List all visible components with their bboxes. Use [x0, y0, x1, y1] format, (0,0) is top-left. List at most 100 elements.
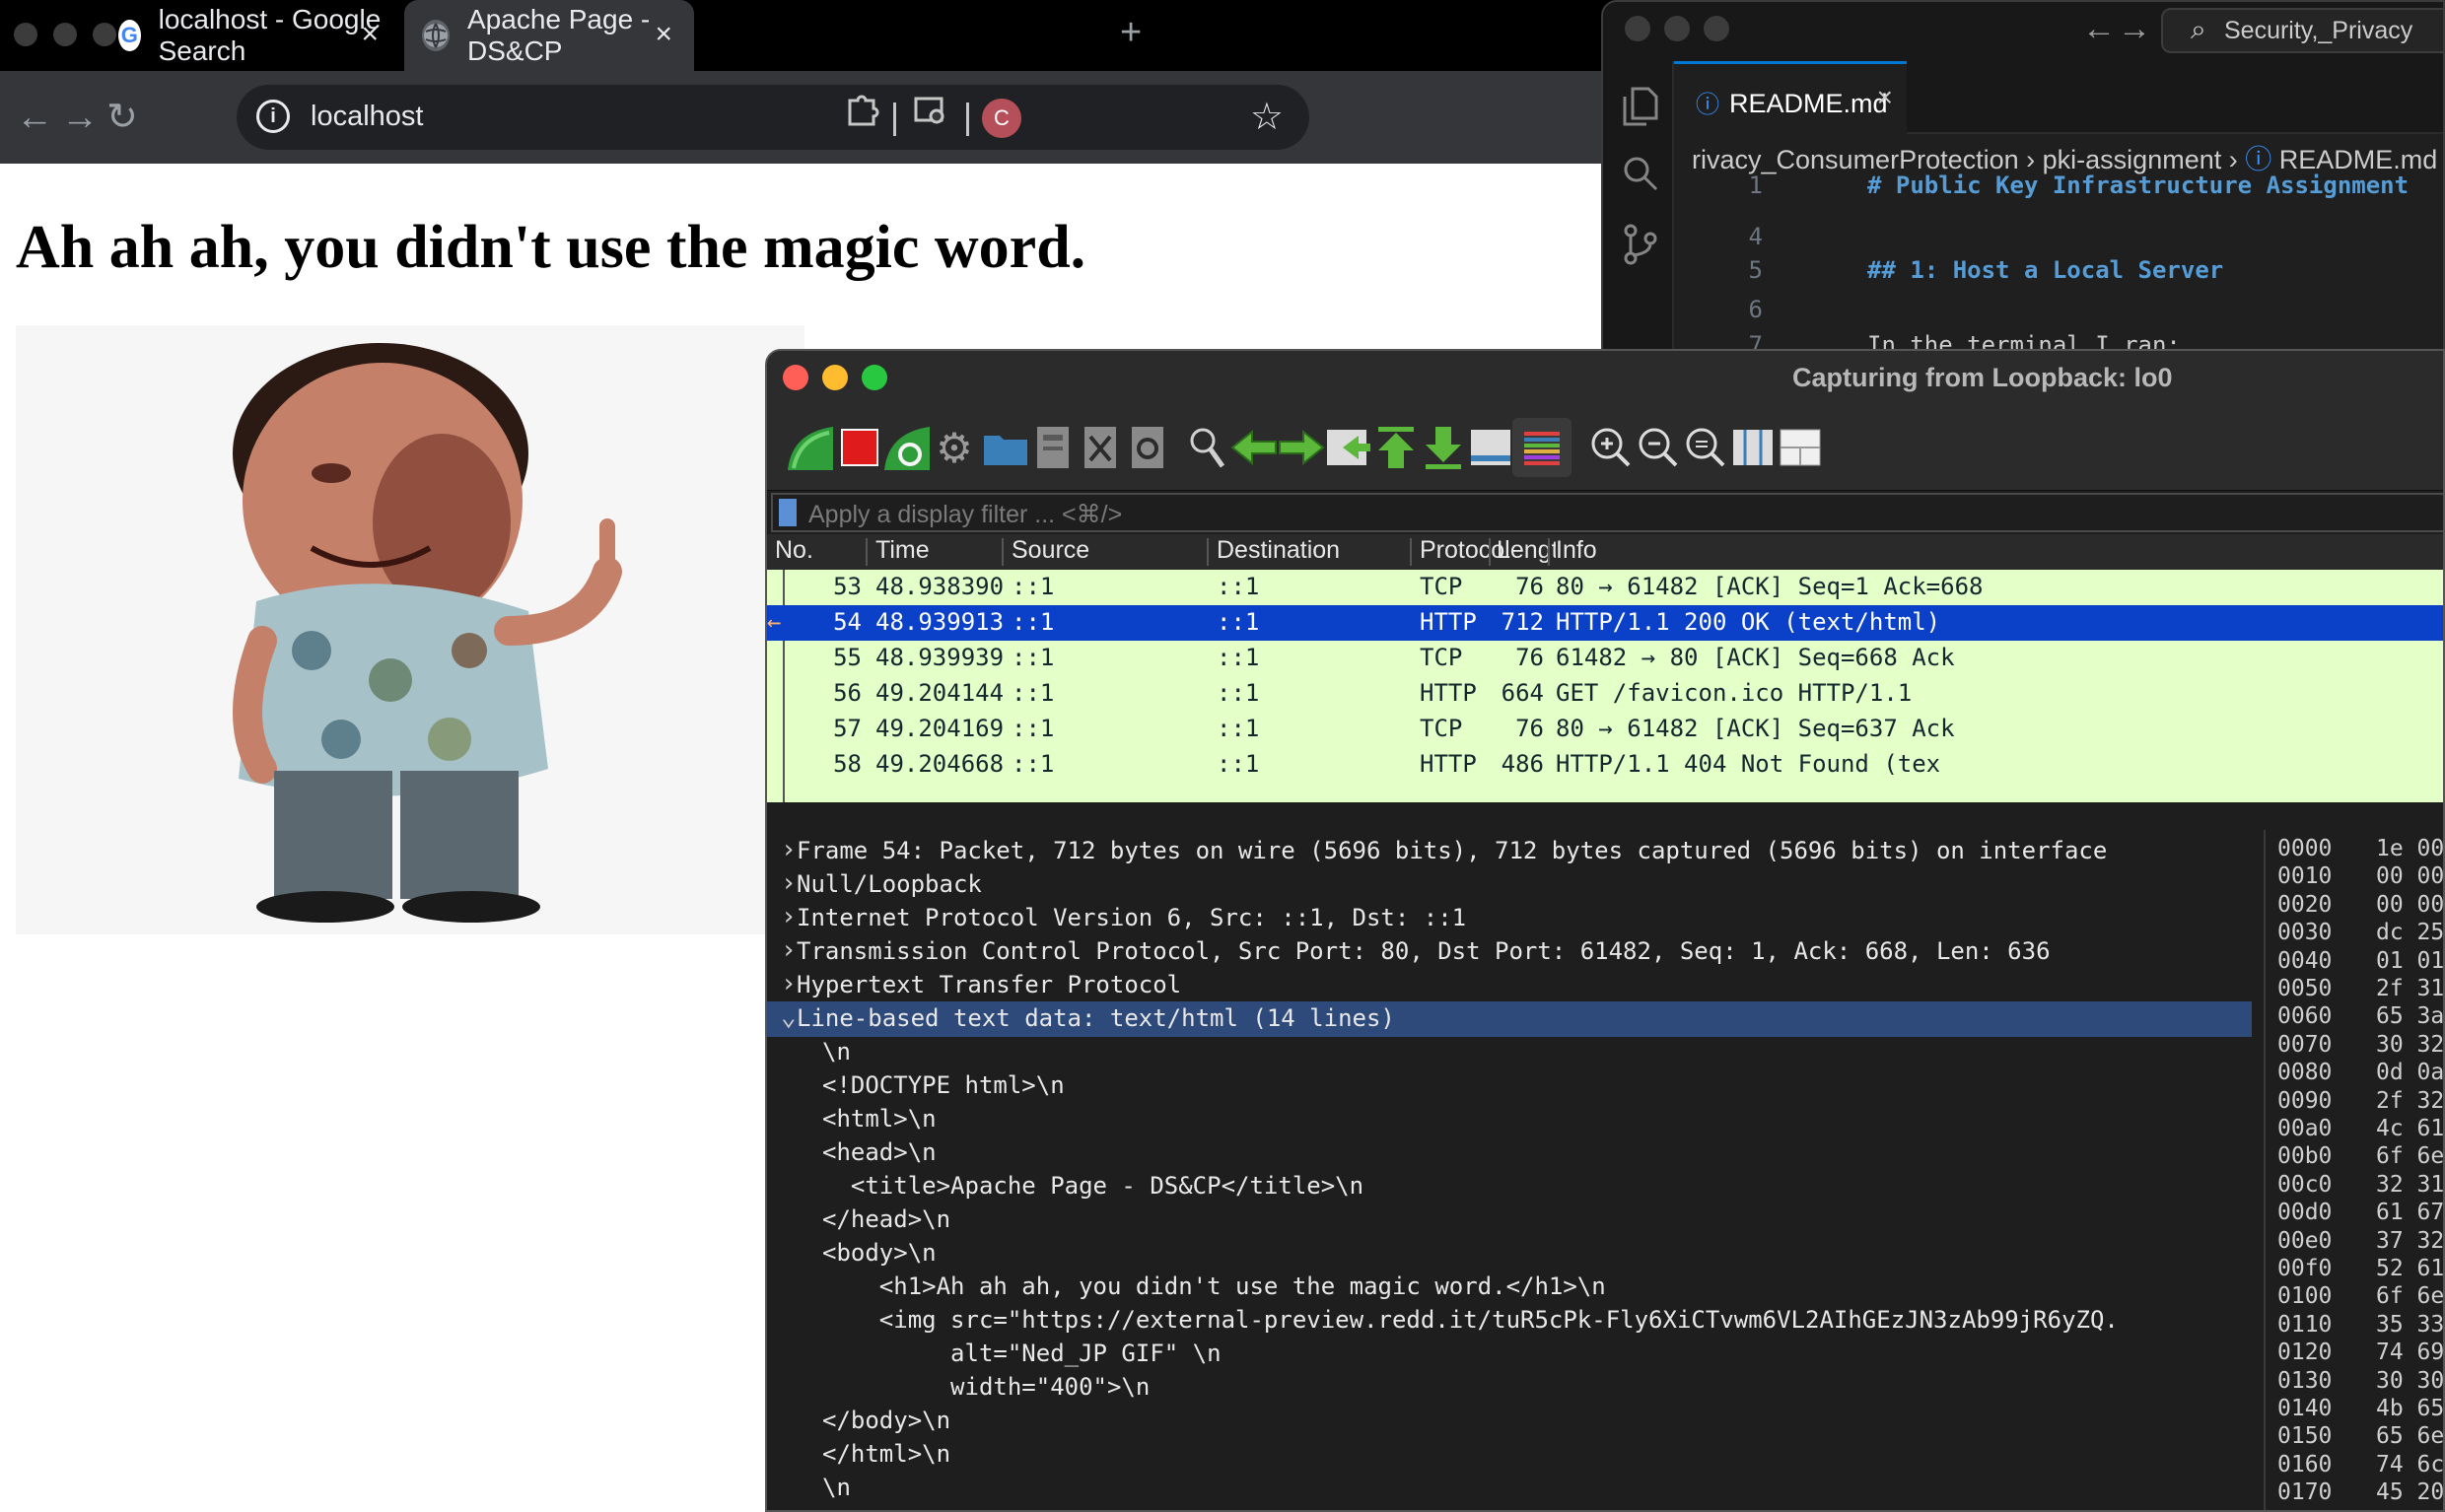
- detail-text-line[interactable]: <img src="https://external-preview.redd.…: [767, 1303, 2252, 1339]
- capture-options-icon[interactable]: ⚙: [925, 418, 984, 477]
- packet-row[interactable]: 58 49.204668 ::1 ::1 HTTP 486 HTTP/1.1 4…: [767, 747, 2443, 783]
- window-minimize-button[interactable]: [1664, 16, 1690, 41]
- close-tab-icon[interactable]: ×: [361, 18, 379, 51]
- detail-text-line[interactable]: </head>\n: [767, 1203, 2252, 1238]
- browser-tab-apache-page[interactable]: Apache Page - DS&CP ×: [404, 0, 694, 71]
- chevron-right-icon[interactable]: ›: [781, 902, 797, 931]
- hex-dump-row[interactable]: 0050 2f 31: [2277, 976, 2443, 1005]
- hex-dump-row[interactable]: 0030 dc 25: [2277, 920, 2443, 949]
- pane-splitter[interactable]: [767, 820, 2443, 830]
- window-minimize-button[interactable]: [822, 365, 848, 390]
- go-back-icon[interactable]: ←: [2082, 10, 2116, 48]
- hex-dump-row[interactable]: 00a0 4c 61: [2277, 1116, 2443, 1145]
- packet-row-selected[interactable]: ← 54 48.939913 ::1 ::1 HTTP 712 HTTP/1.1…: [767, 605, 2443, 641]
- hex-dump-row[interactable]: 0110 35 33: [2277, 1312, 2443, 1341]
- tab-search-icon[interactable]: [913, 93, 948, 137]
- command-center-search[interactable]: ⌕ Security,_Privacy: [2161, 8, 2443, 53]
- detail-tree-item[interactable]: › Frame 54: Packet, 712 bytes on wire (56…: [767, 834, 2252, 869]
- hex-dump-row[interactable]: 0150 65 6e: [2277, 1423, 2443, 1453]
- go-forward-icon[interactable]: →: [2118, 10, 2151, 48]
- tab-readme[interactable]: ⓘ README.md ×: [1674, 61, 1907, 134]
- close-tab-icon[interactable]: ×: [655, 18, 672, 51]
- hex-dump-row[interactable]: 0060 65 3a: [2277, 1003, 2443, 1033]
- chevron-right-icon[interactable]: ›: [781, 835, 797, 864]
- detail-text-line[interactable]: <title>Apache Page - DS&CP</title>\n: [767, 1169, 2252, 1204]
- new-tab-button[interactable]: +: [1120, 12, 1142, 54]
- column-header-length[interactable]: Length: [1497, 536, 1556, 565]
- source-control-icon[interactable]: [1621, 223, 1660, 276]
- chevron-down-icon[interactable]: ⌄: [781, 1002, 797, 1032]
- detail-text-line[interactable]: <h1>Ah ah ah, you didn't use the magic w…: [767, 1270, 2252, 1305]
- reload-icon[interactable]: ↻: [106, 95, 138, 140]
- auto-scroll-icon[interactable]: [1461, 418, 1520, 477]
- hex-dump-row[interactable]: 0040 01 01: [2277, 948, 2443, 978]
- window-close-button[interactable]: [14, 23, 37, 46]
- detail-tree-item[interactable]: › Transmission Control Protocol, Src Port…: [767, 934, 2252, 970]
- hex-dump-row[interactable]: 0020 00 00: [2277, 892, 2443, 922]
- detail-text-line[interactable]: <body>\n: [767, 1236, 2252, 1271]
- detail-tree-item[interactable]: › Null/Loopback: [767, 867, 2252, 903]
- back-icon[interactable]: ←: [16, 95, 53, 140]
- window-close-button[interactable]: [783, 365, 808, 390]
- extensions-icon[interactable]: [846, 93, 879, 137]
- hex-dump-row[interactable]: 0080 0d 0a: [2277, 1060, 2443, 1089]
- hex-dump-row[interactable]: 0090 2f 32: [2277, 1088, 2443, 1118]
- address-bar-url[interactable]: localhost: [311, 101, 423, 133]
- window-zoom-button[interactable]: [862, 365, 887, 390]
- detail-text-line[interactable]: alt="Ned_JP GIF" \n: [767, 1337, 2252, 1372]
- breadcrumb-folder[interactable]: rivacy_ConsumerProtection: [1692, 145, 2019, 174]
- forward-icon[interactable]: →: [61, 95, 99, 140]
- detail-text-line[interactable]: <!DOCTYPE html>\n: [767, 1068, 2252, 1104]
- bookmark-star-icon[interactable]: ☆: [1250, 95, 1284, 139]
- reload-file-icon[interactable]: [1118, 418, 1177, 477]
- chevron-right-icon[interactable]: ›: [781, 868, 797, 898]
- colorize-icon[interactable]: [1512, 418, 1572, 477]
- search-view-icon[interactable]: [1621, 154, 1660, 203]
- window-minimize-button[interactable]: [53, 23, 77, 46]
- detail-text-line[interactable]: width="400">\n: [767, 1370, 2252, 1406]
- hex-dump-row[interactable]: 0000 1e 00: [2277, 836, 2443, 865]
- packet-row[interactable]: 56 49.204144 ::1 ::1 HTTP 664 GET /favic…: [767, 676, 2443, 712]
- detail-text-line[interactable]: <head>\n: [767, 1135, 2252, 1171]
- packet-row[interactable]: 53 48.938390 ::1 ::1 TCP 76 80 → 61482 […: [767, 570, 2443, 605]
- detail-tree-item[interactable]: › Internet Protocol Version 6, Src: ::1, …: [767, 901, 2252, 936]
- bookmark-icon[interactable]: [779, 499, 797, 526]
- editor-line[interactable]: 5 ## 1: Host a Local Server: [1674, 256, 2443, 296]
- detail-text-line[interactable]: <html>\n: [767, 1102, 2252, 1137]
- window-zoom-button[interactable]: [1704, 16, 1729, 41]
- site-info-icon[interactable]: i: [256, 100, 290, 133]
- hex-dump-row[interactable]: 0140 4b 65: [2277, 1396, 2443, 1425]
- layout-panes-icon[interactable]: [1771, 418, 1830, 477]
- explorer-icon[interactable]: [1621, 85, 1660, 136]
- hex-dump-row[interactable]: 00f0 52 61: [2277, 1256, 2443, 1285]
- hex-dump-row[interactable]: 0130 30 30: [2277, 1368, 2443, 1398]
- column-header-no[interactable]: No.: [775, 536, 813, 565]
- hex-dump-row[interactable]: 0010 00 00: [2277, 863, 2443, 893]
- profile-avatar[interactable]: C: [982, 99, 1021, 138]
- display-filter-input[interactable]: Apply a display filter ... <⌘/>: [771, 493, 2443, 532]
- detail-text-line[interactable]: </body>\n: [767, 1404, 2252, 1439]
- detail-tree-item[interactable]: › Hypertext Transfer Protocol: [767, 968, 2252, 1003]
- column-header-time[interactable]: Time: [875, 536, 930, 565]
- hex-dump-row[interactable]: 00d0 61 67: [2277, 1200, 2443, 1229]
- detail-text-line[interactable]: </html>\n: [767, 1437, 2252, 1473]
- detail-tree-item[interactable]: ⌄ Line-based text data: text/html (14 lin…: [767, 1001, 2252, 1037]
- hex-dump-row[interactable]: 0120 74 69: [2277, 1340, 2443, 1369]
- hex-dump-row[interactable]: 0160 74 6c: [2277, 1452, 2443, 1481]
- packet-row[interactable]: 57 49.204169 ::1 ::1 TCP 76 80 → 61482 […: [767, 712, 2443, 747]
- window-close-button[interactable]: [1625, 16, 1650, 41]
- packet-row[interactable]: 55 48.939939 ::1 ::1 TCP 76 61482 → 80 […: [767, 641, 2443, 676]
- editor-line[interactable]: 6: [1674, 296, 2443, 335]
- detail-text-line[interactable]: \n: [767, 1471, 2252, 1506]
- browser-tab-google-search[interactable]: G localhost - Google Search ×: [101, 0, 400, 71]
- column-header-destination[interactable]: Destination: [1217, 536, 1340, 565]
- hex-dump-row[interactable]: 00e0 37 32: [2277, 1228, 2443, 1258]
- address-bar[interactable]: i localhost ☆: [237, 85, 1309, 150]
- hex-dump-row[interactable]: 0100 6f 6e: [2277, 1283, 2443, 1313]
- packet-row-partial[interactable]: [767, 783, 2443, 802]
- chevron-right-icon[interactable]: ›: [781, 935, 797, 965]
- close-tab-icon[interactable]: ×: [1877, 82, 1893, 113]
- editor-line[interactable]: 1 # Public Key Infrastructure Assignment: [1674, 172, 2443, 211]
- breadcrumb-folder[interactable]: pki-assignment: [2043, 145, 2222, 174]
- detail-text-line[interactable]: \n: [767, 1035, 2252, 1070]
